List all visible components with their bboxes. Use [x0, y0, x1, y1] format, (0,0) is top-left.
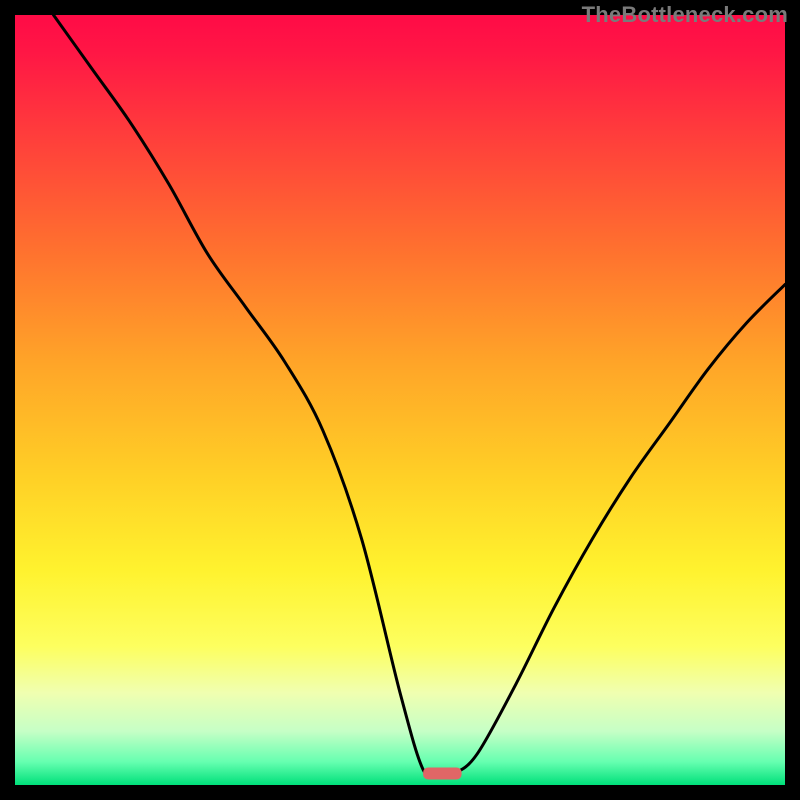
plot-area — [15, 15, 785, 785]
watermark-text: TheBottleneck.com — [582, 2, 788, 28]
minimum-marker — [423, 767, 462, 779]
gradient-background — [15, 15, 785, 785]
bottleneck-chart — [15, 15, 785, 785]
chart-frame: TheBottleneck.com — [0, 0, 800, 800]
